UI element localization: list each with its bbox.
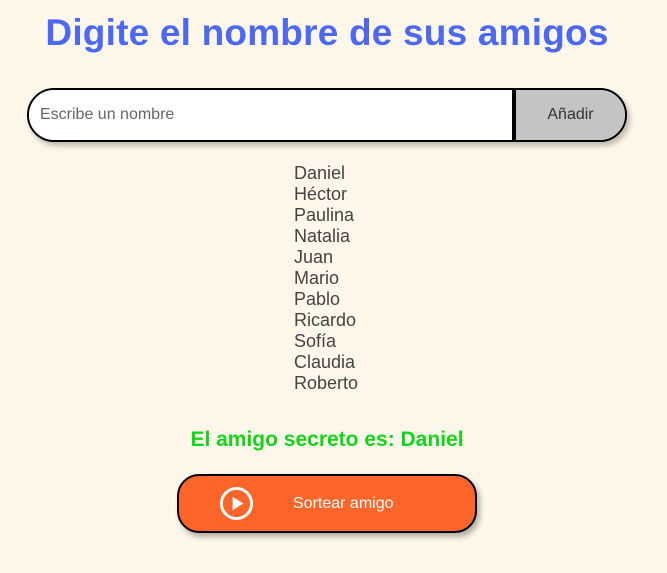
friend-item: Ricardo: [294, 310, 357, 330]
friend-item: Juan: [294, 247, 334, 267]
play-circle-icon: [219, 486, 254, 521]
friend-item: Pablo: [294, 289, 341, 309]
friend-item: Paulina: [294, 205, 355, 225]
friend-item: Mario: [294, 268, 340, 288]
friend-item: Héctor: [294, 184, 348, 204]
secret-friend-result: El amigo secreto es: Daniel: [190, 428, 464, 451]
friend-item: Sofía: [294, 331, 337, 351]
friend-item: Daniel: [294, 163, 346, 183]
page-title: Digite el nombre de sus amigos: [45, 12, 609, 53]
name-input[interactable]: [29, 90, 512, 140]
add-button[interactable]: Añadir: [512, 90, 625, 140]
friend-item: Natalia: [294, 226, 351, 246]
friend-item: Claudia: [294, 352, 356, 372]
draw-friend-button[interactable]: Sortear amigo: [177, 474, 477, 533]
draw-friend-label: Sortear amigo: [293, 495, 394, 512]
add-friend-form: Añadir: [27, 88, 627, 142]
friend-list: Daniel Héctor Paulina Natalia Juan Mario…: [294, 163, 358, 394]
friend-item: Roberto: [294, 373, 359, 393]
